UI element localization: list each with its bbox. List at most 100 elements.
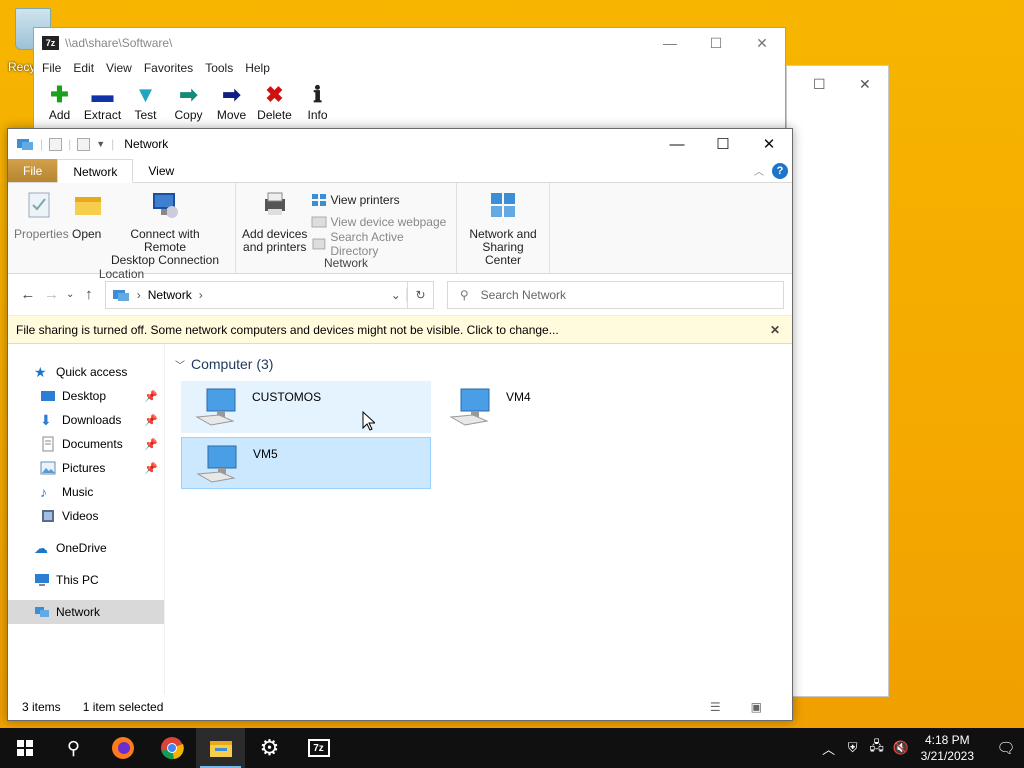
nav-item-network[interactable]: Network [8, 600, 164, 624]
close-button[interactable]: ✕ [746, 129, 792, 159]
close-icon[interactable]: ✕ [859, 76, 871, 93]
windows-start-icon [16, 740, 33, 756]
up-button[interactable]: ↑ [77, 286, 101, 303]
open-button[interactable]: Open [68, 187, 104, 267]
connect-label-line1: Connect with Remote [130, 227, 200, 254]
ribbon-collapse-icon[interactable]: ︿ [754, 163, 764, 178]
help-icon[interactable]: ? [772, 163, 788, 179]
explorer-titlebar[interactable]: | | ▼ | Network — ☐ ✕ [8, 129, 792, 159]
add-label: Add [48, 108, 71, 122]
back-button[interactable]: ← [16, 286, 40, 303]
recent-locations-icon[interactable]: ⌄ [63, 289, 77, 300]
copy-button[interactable]: ➡ Copy [167, 82, 210, 122]
pin-icon[interactable]: 📌 [144, 438, 158, 451]
status-bar: 3 items 1 item selected ☰ ▣ [8, 694, 792, 720]
file-explorer-button[interactable] [196, 728, 245, 768]
delete-button[interactable]: ✖ Delete [253, 82, 296, 122]
menu-tools[interactable]: Tools [199, 58, 239, 78]
maximize-button[interactable]: ☐ [700, 129, 746, 159]
properties-qat-icon[interactable] [49, 137, 63, 151]
test-button[interactable]: ▼ Test [124, 82, 167, 122]
close-button[interactable]: ✕ [739, 28, 785, 58]
maximize-button[interactable]: ☐ [693, 28, 739, 58]
details-view-icon[interactable]: ☰ [710, 700, 721, 714]
security-icon[interactable]: ⛨ [841, 740, 865, 756]
nav-item-videos[interactable]: Videos [8, 504, 164, 528]
pin-icon[interactable]: 📌 [144, 390, 158, 403]
forward-button[interactable]: → [40, 286, 64, 303]
tab-view[interactable]: View [133, 159, 189, 182]
notification-center-icon[interactable]: 🗨 [988, 739, 1024, 757]
large-icons-view-icon[interactable]: ▣ [751, 700, 762, 714]
nav-label: Quick access [56, 365, 128, 379]
show-hidden-icons-icon[interactable]: ︿ [817, 739, 841, 758]
network-sharing-center-button[interactable]: Network and Sharing Center [459, 187, 547, 273]
computer-item[interactable]: VM4 [435, 381, 685, 433]
chevron-down-icon[interactable]: ﹀ [175, 357, 185, 372]
info-button[interactable]: ℹ Info [296, 82, 339, 122]
nav-item-this-pc[interactable]: This PC [8, 568, 164, 592]
address-bar[interactable]: › Network › ⌄ [104, 280, 409, 309]
clock[interactable]: 4:18 PM 3/21/2023 [921, 732, 974, 764]
settings-button[interactable]: ⚙ [245, 728, 294, 768]
start-button[interactable] [0, 728, 49, 768]
nav-item-onedrive[interactable]: ☁ OneDrive [8, 536, 164, 560]
file-sharing-infobar[interactable]: File sharing is turned off. Some network… [8, 316, 792, 344]
firefox-button[interactable] [98, 728, 147, 768]
sevenzip-window: 7z \\ad\share\Software\ — ☐ ✕ File Edit … [33, 27, 786, 137]
group-header-computer[interactable]: ﹀ Computer (3) [175, 350, 792, 378]
menu-view[interactable]: View [100, 58, 138, 78]
search-input[interactable]: ⚲ Search Network [446, 280, 784, 309]
connect-remote-desktop-button[interactable]: Connect with Remote Desktop Connection [104, 187, 226, 267]
add-button[interactable]: ✚ Add [38, 82, 81, 122]
pin-icon[interactable]: 📌 [144, 414, 158, 427]
nav-item-downloads[interactable]: ⬇ Downloads 📌 [8, 408, 164, 432]
delete-label: Delete [257, 108, 292, 122]
move-button[interactable]: ➡ Move [210, 82, 253, 122]
firefox-icon [111, 737, 134, 759]
nav-item-documents[interactable]: Documents 📌 [8, 432, 164, 456]
address-dropdown-icon[interactable]: ⌄ [385, 287, 408, 302]
search-active-directory-button[interactable]: Search Active Directory [311, 230, 454, 258]
nav-item-quick-access[interactable]: ★ Quick access [8, 360, 164, 384]
tab-file[interactable]: File [8, 159, 58, 182]
background-window[interactable]: ☐ ✕ [786, 65, 889, 697]
qat-dropdown-icon[interactable]: ▼ [96, 139, 105, 149]
menu-file[interactable]: File [36, 58, 67, 78]
7zip-icon: 7z [307, 739, 330, 757]
view-printers-button[interactable]: View printers [311, 189, 454, 211]
add-devices-button[interactable]: Add devices and printers [238, 187, 311, 256]
printers-icon [312, 194, 327, 206]
menu-edit[interactable]: Edit [67, 58, 100, 78]
tab-network[interactable]: Network [57, 159, 134, 183]
maximize-icon[interactable]: ☐ [813, 76, 826, 93]
nav-item-pictures[interactable]: Pictures 📌 [8, 456, 164, 480]
breadcrumb-chevron-icon[interactable]: › [199, 288, 203, 302]
network-status-icon[interactable]: 🖧 [865, 737, 889, 759]
menu-help[interactable]: Help [239, 58, 276, 78]
search-button[interactable]: ⚲ [49, 728, 98, 768]
open-label: Open [72, 227, 102, 241]
view-device-webpage-label: View device webpage [330, 215, 447, 229]
chrome-button[interactable] [147, 728, 196, 768]
network-icon [35, 607, 49, 617]
new-folder-qat-icon[interactable] [77, 137, 91, 151]
extract-button[interactable]: ▬ Extract [81, 82, 124, 122]
volume-muted-icon[interactable]: 🔇 [889, 740, 913, 756]
sevenzip-taskbar-button[interactable]: 7z [294, 728, 343, 768]
infobar-close-icon[interactable]: ✕ [770, 323, 780, 337]
nav-item-desktop[interactable]: Desktop 📌 [8, 384, 164, 408]
breadcrumb-chevron-icon[interactable]: › [137, 288, 141, 302]
copy-icon: ➡ [179, 82, 198, 107]
pin-icon[interactable]: 📌 [144, 462, 158, 475]
ribbon: Properties Open Connect with Remote Desk… [8, 183, 792, 281]
computer-item[interactable]: VM5 [181, 437, 431, 489]
nav-item-music[interactable]: ♪ Music [8, 480, 164, 504]
properties-button[interactable]: Properties [10, 187, 69, 267]
computer-item[interactable]: CUSTOMOS [181, 381, 431, 433]
minimize-button[interactable]: — [654, 129, 700, 159]
refresh-button[interactable]: ↻ [408, 280, 434, 309]
minimize-button[interactable]: — [647, 28, 693, 58]
menu-favorites[interactable]: Favorites [138, 58, 199, 78]
breadcrumb-network[interactable]: Network [148, 288, 192, 302]
